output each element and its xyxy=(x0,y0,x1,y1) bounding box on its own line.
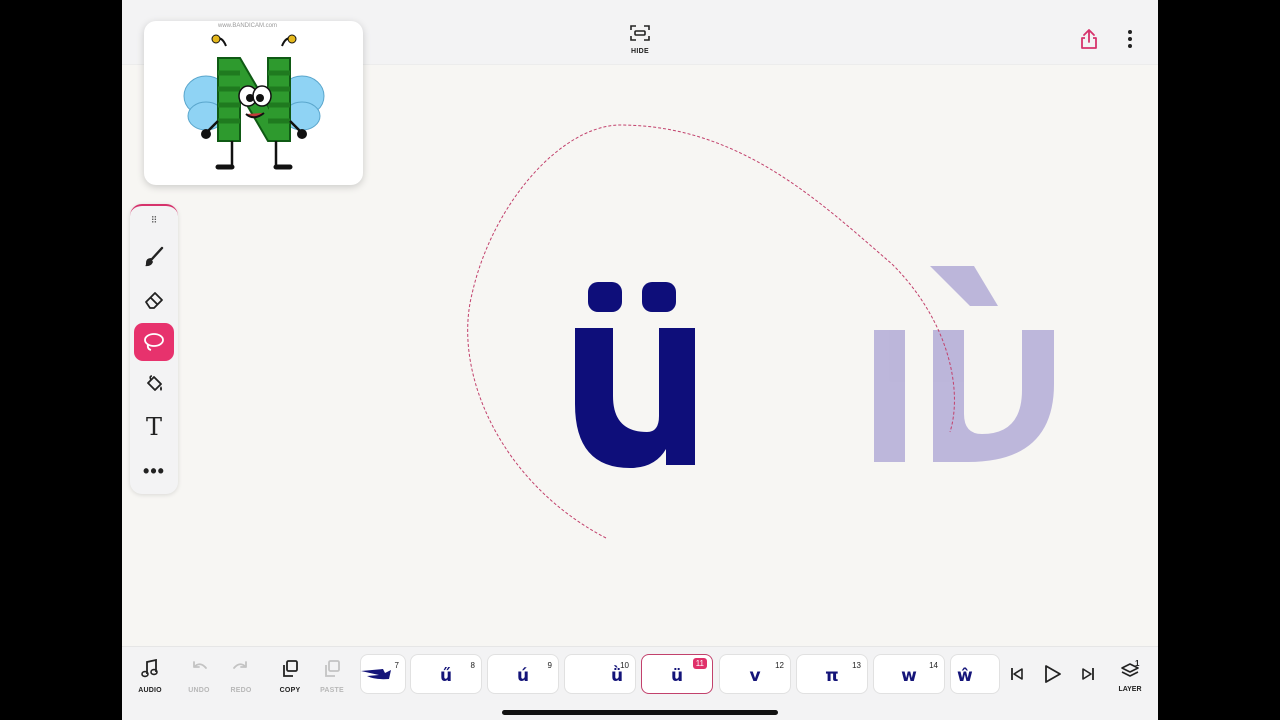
drag-handle[interactable]: ⠿ xyxy=(145,216,163,225)
frame-glyph: w xyxy=(901,666,917,686)
brush-icon xyxy=(145,246,164,267)
layer-button[interactable]: 1 LAYER xyxy=(1112,659,1148,693)
app-window: HIDE www.BANDICAM.com ⠿ T ••• AUDIO UNDO… xyxy=(122,0,1158,720)
frame-7[interactable]: 7 xyxy=(360,654,406,694)
redo-button[interactable]: REDO xyxy=(221,659,261,694)
paste-label: PASTE xyxy=(320,687,344,694)
audio-label: AUDIO xyxy=(138,687,162,694)
play-icon xyxy=(1045,665,1061,683)
more-tools-button[interactable]: ••• xyxy=(134,452,174,490)
reference-thumbnail[interactable]: www.BANDICAM.com xyxy=(144,21,363,185)
frame-glyph: ú xyxy=(516,666,530,686)
more-vertical-icon xyxy=(1128,30,1132,48)
layer-count: 1 xyxy=(1135,659,1140,668)
frame-12[interactable]: 12 v xyxy=(719,654,791,694)
frame-glyph: ű xyxy=(439,666,453,686)
copy-button[interactable]: COPY xyxy=(270,659,310,694)
audio-button[interactable]: AUDIO xyxy=(130,658,170,694)
skip-back-icon xyxy=(1011,668,1023,680)
paste-icon xyxy=(325,660,340,677)
frame-11[interactable]: 11 ü xyxy=(641,654,713,694)
undo-button[interactable]: UNDO xyxy=(179,659,219,694)
share-icon xyxy=(1081,29,1097,49)
layer-label: LAYER xyxy=(1118,686,1142,693)
frame-13[interactable]: 13 π xyxy=(796,654,868,694)
next-frame-button[interactable] xyxy=(1078,662,1098,686)
frame-14[interactable]: 14 w xyxy=(873,654,945,694)
share-button[interactable] xyxy=(1078,27,1100,51)
layers-icon: 1 xyxy=(1121,659,1140,677)
eraser-icon xyxy=(145,292,163,309)
frame-9[interactable]: 9 ú xyxy=(487,654,559,694)
lasso-icon xyxy=(144,333,164,351)
frame-glyph: ǜ xyxy=(611,666,624,686)
redo-icon xyxy=(233,661,247,669)
letter-n-bee-character xyxy=(183,34,325,170)
music-note-icon xyxy=(141,658,158,678)
paste-button[interactable]: PASTE xyxy=(312,659,352,694)
hide-label: HIDE xyxy=(631,48,649,55)
undo-icon xyxy=(193,661,207,669)
play-button[interactable] xyxy=(1040,662,1064,686)
onion-skin-letter xyxy=(874,266,1054,462)
home-indicator[interactable] xyxy=(502,710,778,715)
frame-7-thumbnail xyxy=(361,669,391,680)
frame-glyph: π xyxy=(825,666,839,686)
fill-tool[interactable] xyxy=(134,366,174,404)
bottom-bar: AUDIO UNDO REDO COPY PASTE 7 8 ű 9 ú 10 … xyxy=(122,646,1158,720)
copy-label: COPY xyxy=(279,687,301,694)
previous-frame-button[interactable] xyxy=(1007,662,1027,686)
skip-forward-icon xyxy=(1082,668,1094,680)
hide-button[interactable]: HIDE xyxy=(618,24,662,58)
more-horizontal-icon: ••• xyxy=(143,461,165,481)
lasso-tool[interactable] xyxy=(134,323,174,361)
eraser-tool[interactable] xyxy=(134,281,174,319)
frame-glyph: ü xyxy=(670,666,684,686)
frame-glyph: v xyxy=(749,666,761,686)
frame-glyph: ŵ xyxy=(957,666,973,686)
undo-label: UNDO xyxy=(188,687,210,694)
frame-10[interactable]: 10 ǜ xyxy=(564,654,636,694)
hide-icon xyxy=(630,25,650,41)
frame-15-partial[interactable]: ŵ xyxy=(950,654,1000,694)
paint-bucket-icon xyxy=(147,375,162,391)
text-tool[interactable]: T xyxy=(134,408,174,446)
copy-icon xyxy=(283,660,298,677)
main-letter xyxy=(575,282,695,468)
more-menu-button[interactable] xyxy=(1120,28,1140,50)
tool-palette: ⠿ T ••• xyxy=(130,204,178,494)
brush-tool[interactable] xyxy=(134,238,174,276)
text-icon: T xyxy=(145,413,162,441)
frame-8[interactable]: 8 ű xyxy=(410,654,482,694)
redo-label: REDO xyxy=(230,687,252,694)
